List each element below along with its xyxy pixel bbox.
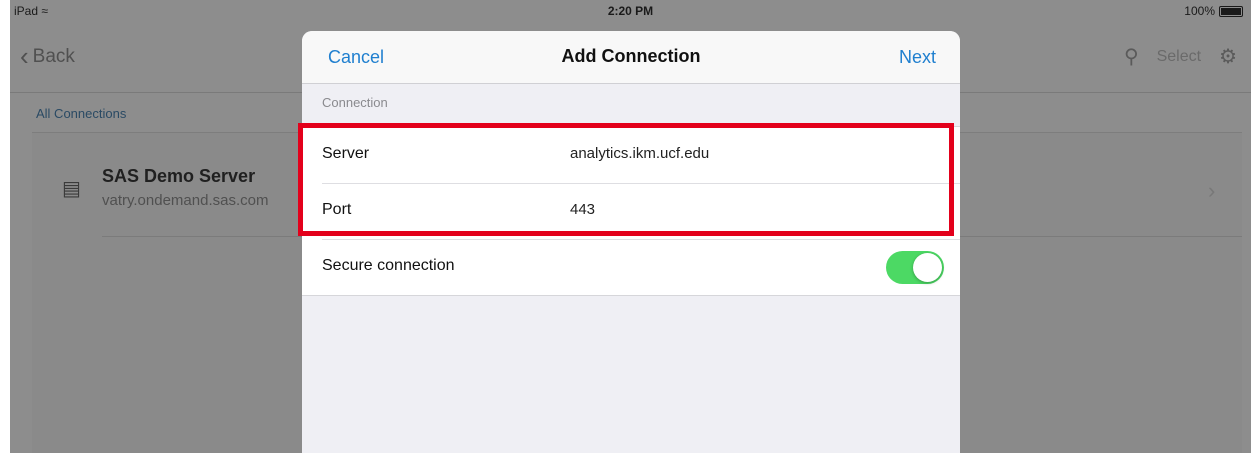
section-label: Connection [322, 95, 388, 110]
battery-icon [1219, 5, 1243, 17]
chevron-right-icon[interactable]: › [1208, 178, 1215, 204]
battery-percent: 100% [1184, 4, 1215, 18]
connection-host: vatry.ondemand.sas.com [102, 192, 269, 209]
chevron-left-icon: ‹ [20, 40, 29, 71]
settings-icon[interactable]: ⚙ [1219, 44, 1237, 69]
secure-label: Secure connection [322, 257, 455, 274]
dialog-title: Add Connection [561, 46, 701, 66]
secure-row: Secure connection [302, 239, 960, 295]
back-label: Back [32, 46, 75, 67]
connection-name[interactable]: SAS Demo Server [102, 166, 255, 187]
breadcrumb[interactable]: All Connections [36, 106, 126, 121]
search-icon[interactable]: ⚲ [1124, 44, 1139, 69]
add-connection-dialog: Cancel Add Connection Next Connection Se… [302, 31, 960, 453]
server-icon: ▤ [62, 178, 81, 200]
back-button[interactable]: ‹ Back [20, 40, 75, 71]
toggle-knob [913, 253, 942, 282]
nav-actions: ⚲ Select ⚙ [1124, 44, 1237, 69]
secure-toggle[interactable] [886, 251, 944, 284]
status-bar: iPad ≈ 2:20 PM 100% [10, 0, 1251, 20]
next-button[interactable]: Next [899, 47, 936, 68]
status-time: 2:20 PM [607, 4, 654, 18]
select-button[interactable]: Select [1157, 48, 1201, 66]
dialog-header: Cancel Add Connection Next [302, 31, 960, 84]
status-right: 100% [1184, 4, 1243, 18]
highlight-box [298, 123, 954, 236]
